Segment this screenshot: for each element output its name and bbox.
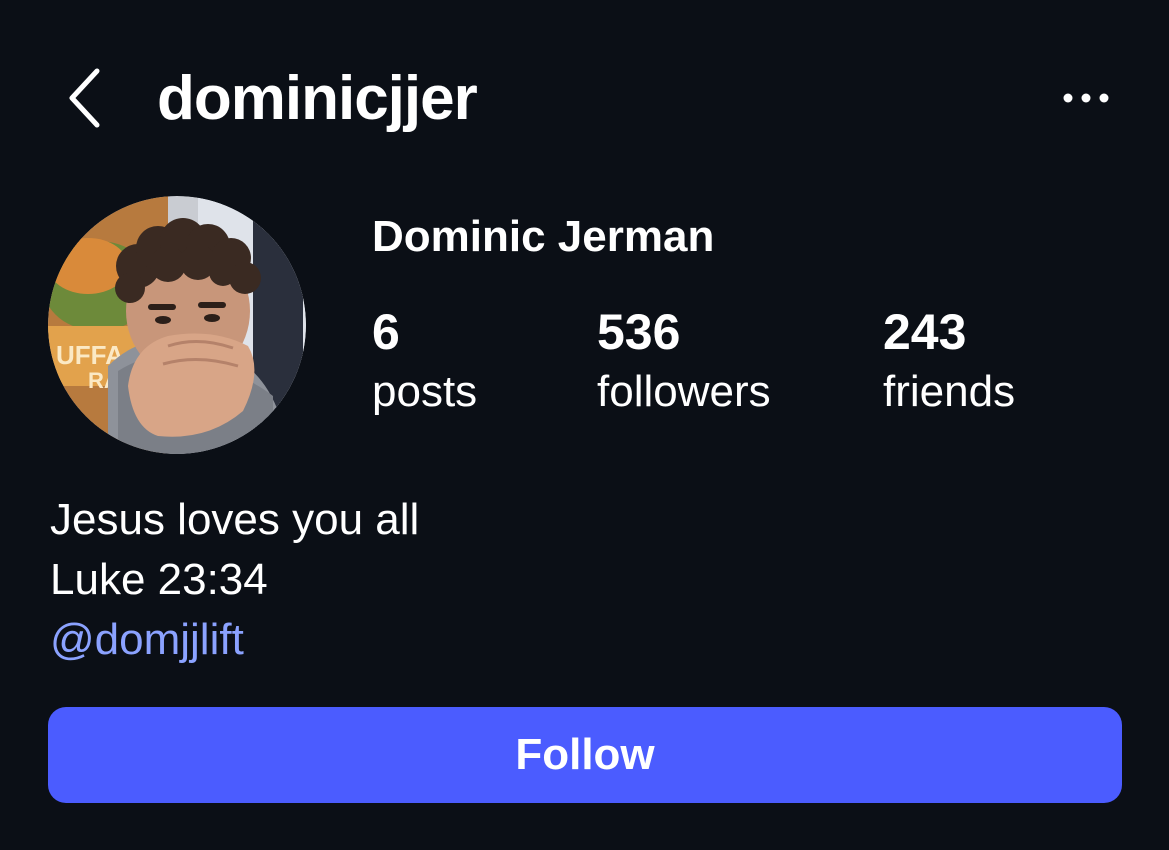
bio-mention-link[interactable]: @domjjlift: [50, 610, 419, 670]
display-name: Dominic Jerman: [372, 212, 715, 261]
posts-label: posts: [372, 367, 478, 416]
followers-label: followers: [597, 367, 771, 416]
bio-line: Jesus loves you all: [50, 495, 420, 544]
profile-bio: Jesus loves you all Luke 23:34 @domjjlif…: [50, 490, 419, 670]
followers-stat[interactable]: 536 followers: [597, 303, 771, 423]
back-button[interactable]: [52, 62, 116, 134]
friends-stat[interactable]: 243 friends: [883, 303, 1015, 423]
posts-count: 6: [372, 304, 400, 360]
profile-username: dominicjjer: [157, 64, 478, 133]
friends-label: friends: [883, 367, 1016, 416]
friends-count: 243: [883, 304, 967, 360]
profile-screen: dominicjjer UFFA RAI Dominic Jerman 6 po…: [0, 0, 1169, 850]
more-options-button[interactable]: [1052, 72, 1120, 124]
posts-stat[interactable]: 6 posts: [372, 303, 477, 423]
profile-photo: UFFA RAI: [48, 196, 306, 454]
chevron-left-icon: [69, 68, 100, 128]
avatar[interactable]: UFFA RAI: [48, 196, 306, 454]
bio-line: Luke 23:34: [50, 555, 268, 604]
follow-button[interactable]: Follow: [48, 707, 1122, 803]
followers-count: 536: [597, 304, 681, 360]
more-horizontal-icon: [1063, 93, 1109, 103]
